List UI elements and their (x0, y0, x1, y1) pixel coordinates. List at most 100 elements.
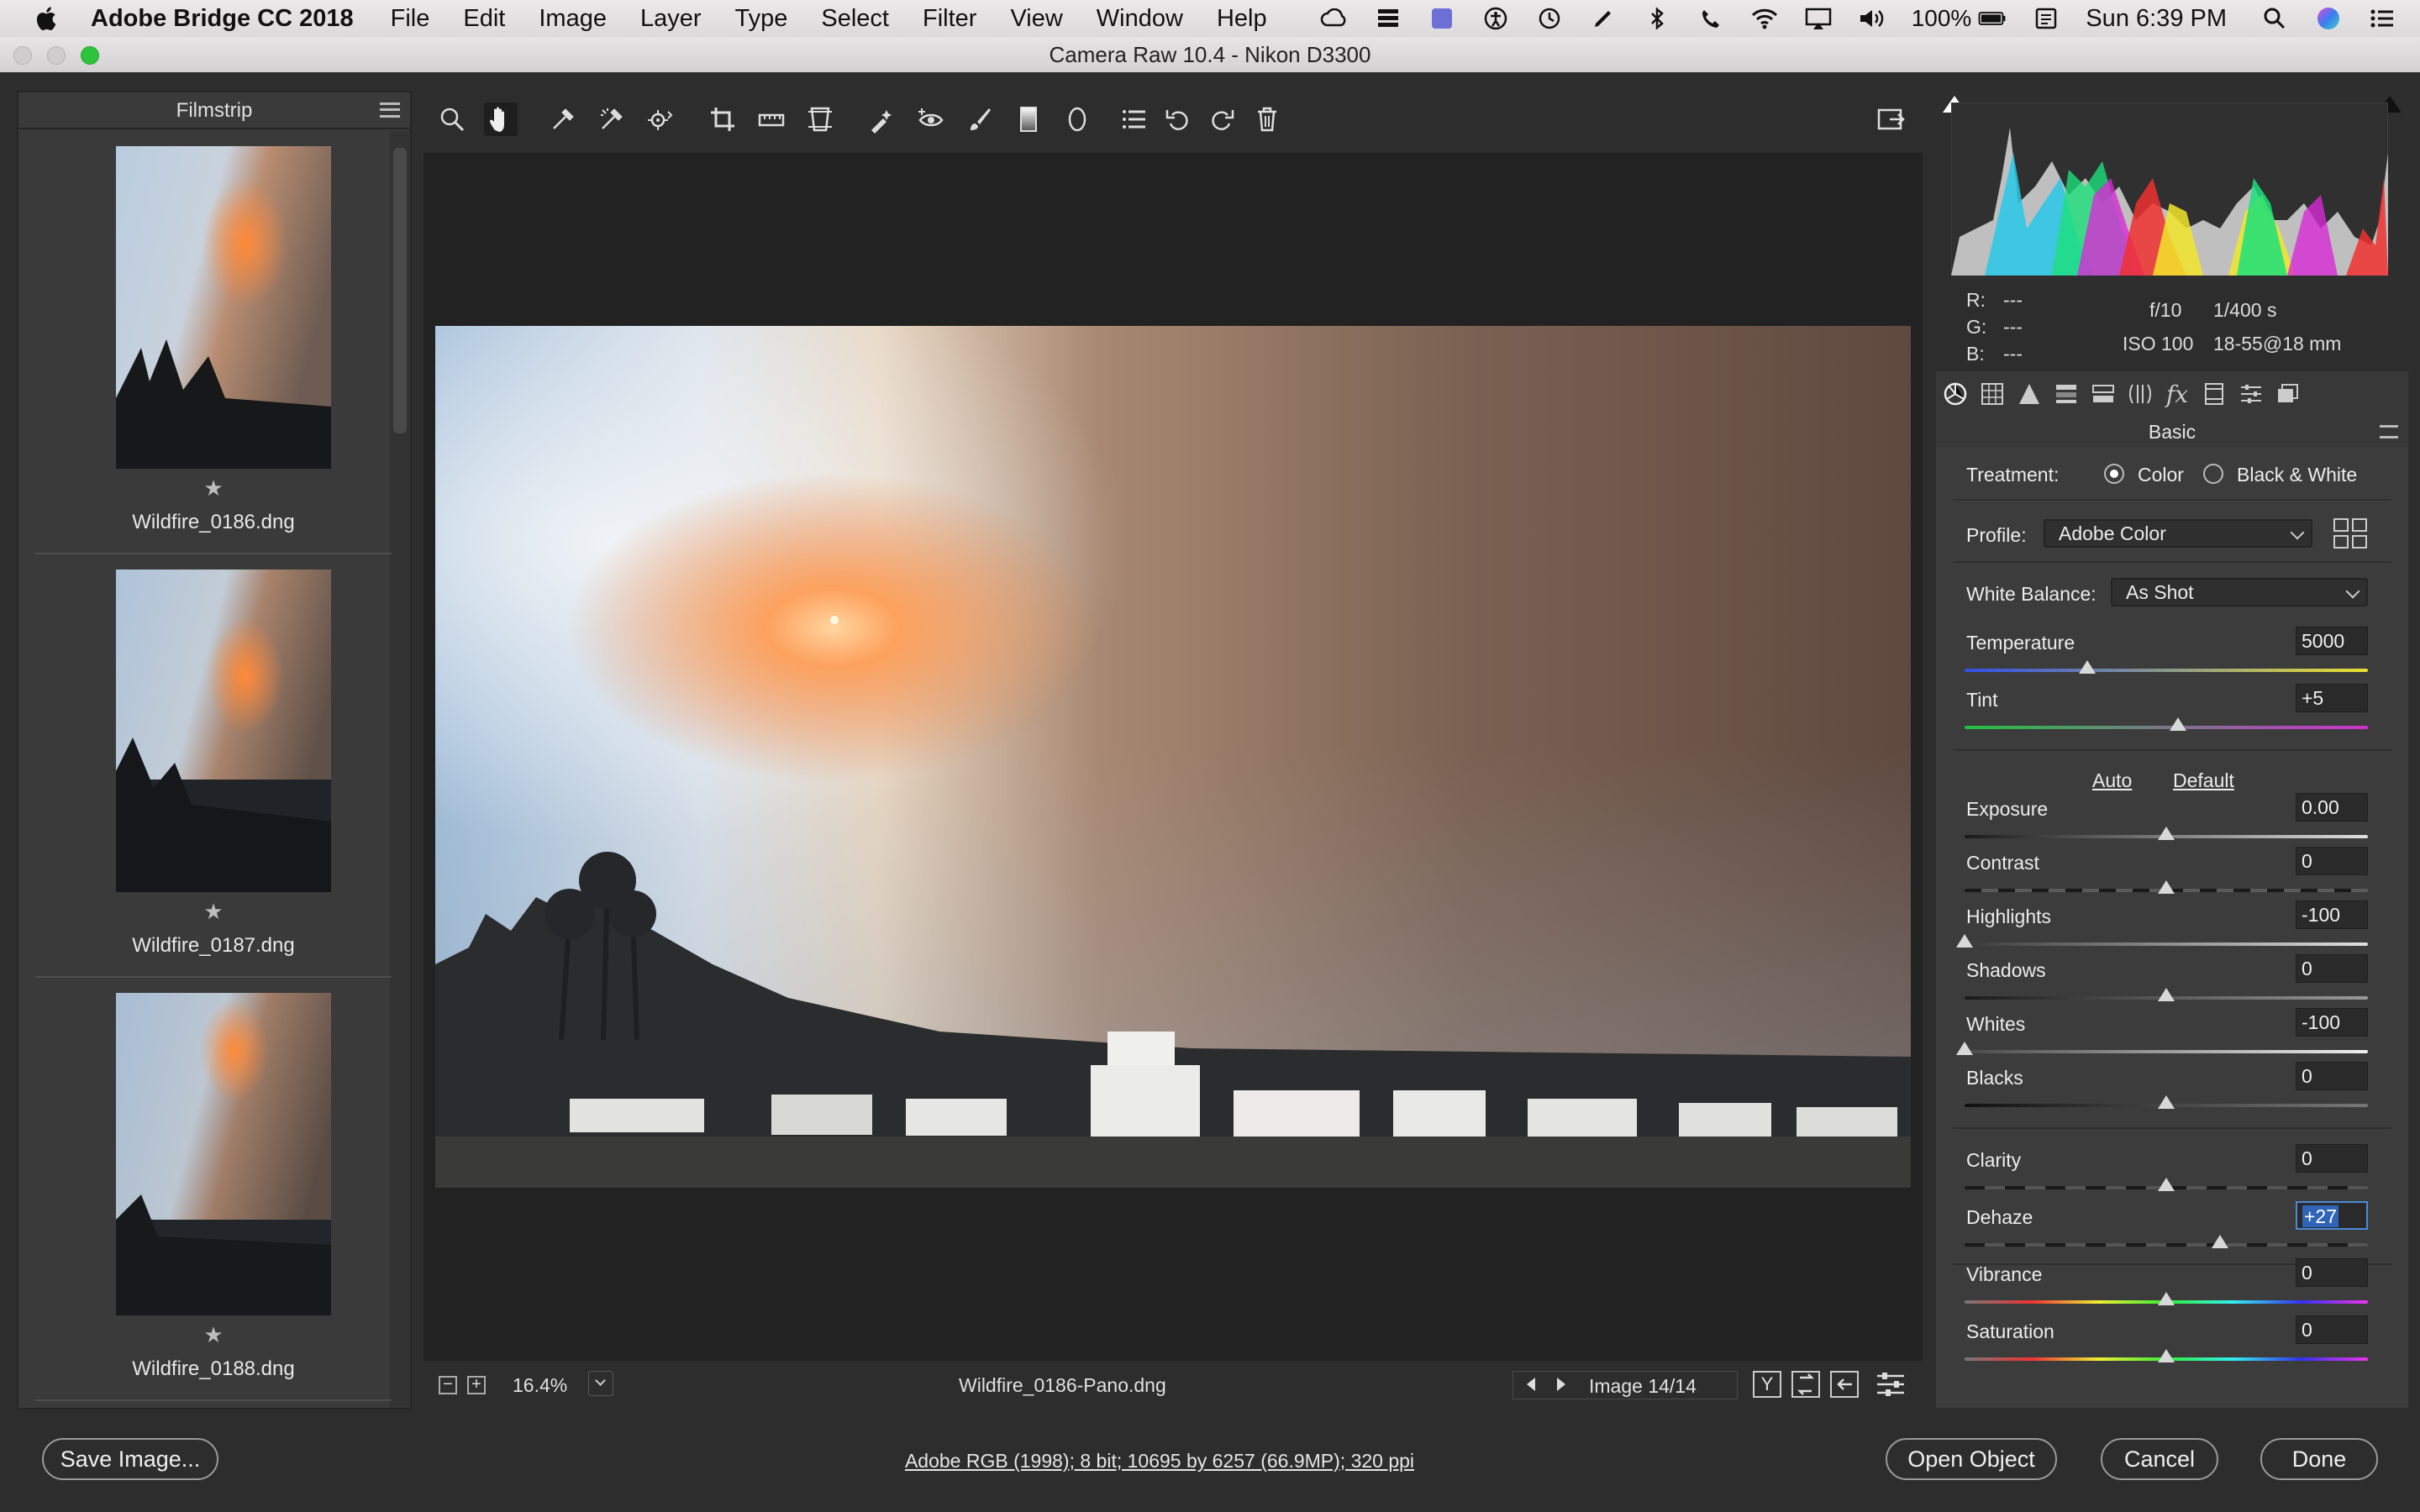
dehaze-slider[interactable] (1965, 1243, 2368, 1247)
red-eye-removal-tool-icon[interactable] (914, 102, 948, 136)
close-window-button[interactable] (13, 46, 32, 65)
presets-tab-icon[interactable] (2237, 380, 2265, 408)
zoom-window-button[interactable] (81, 46, 99, 65)
clock[interactable]: Sun 6:39 PM (2086, 5, 2227, 33)
scrollbar-thumb[interactable] (393, 148, 407, 433)
swap-settings-icon[interactable] (1791, 1371, 1820, 1398)
menu-help[interactable]: Help (1217, 5, 1267, 33)
clarity-value-field[interactable]: 0 (2296, 1144, 2368, 1173)
temperature-slider-handle[interactable] (2079, 660, 2096, 674)
before-after-toggle-icon[interactable]: Y (1753, 1371, 1781, 1398)
open-preferences-icon[interactable] (1118, 102, 1151, 136)
highlights-value-field[interactable]: -100 (2296, 900, 2368, 929)
siri-icon[interactable] (2314, 6, 2343, 31)
rating-star[interactable]: ★ (35, 899, 392, 925)
tint-slider[interactable] (1965, 726, 2368, 729)
treatment-color-label[interactable]: Color (2138, 464, 2184, 486)
effects-tab-icon[interactable]: fx (2163, 380, 2191, 408)
apple-logo-icon[interactable] (32, 3, 62, 34)
whites-value-field[interactable]: -100 (2296, 1008, 2368, 1037)
shadows-slider-handle[interactable] (2158, 988, 2175, 1001)
zoom-dropdown[interactable] (588, 1371, 613, 1396)
rating-star[interactable]: ★ (35, 475, 392, 501)
split-toning-tab-icon[interactable] (2089, 380, 2118, 408)
rotate-right-icon[interactable] (1205, 102, 1239, 136)
color-sampler-tool-icon[interactable] (595, 102, 629, 136)
profile-browser-icon[interactable] (2333, 517, 2368, 549)
whites-slider[interactable] (1965, 1050, 2368, 1053)
accessibility-icon[interactable] (1481, 6, 1510, 31)
wifi-icon[interactable] (1750, 6, 1779, 31)
graduated-filter-icon[interactable] (1012, 102, 1045, 136)
filmstrip-menu-icon[interactable] (380, 102, 400, 118)
minimize-window-button[interactable] (47, 46, 66, 65)
menu-image[interactable]: Image (539, 5, 607, 33)
temperature-slider[interactable] (1965, 669, 2368, 672)
rotate-left-icon[interactable] (1161, 102, 1195, 136)
app-status-icon[interactable] (1428, 6, 1456, 31)
tone-curve-tab-icon[interactable] (1978, 380, 2007, 408)
vibrance-value-field[interactable]: 0 (2296, 1258, 2368, 1287)
saturation-slider-handle[interactable] (2158, 1349, 2175, 1362)
menu-type[interactable]: Type (735, 5, 788, 33)
dehaze-slider-handle[interactable] (2212, 1235, 2228, 1248)
filmstrip-item[interactable]: ★ Wildfire_0187.dng (35, 554, 392, 978)
straighten-tool-icon[interactable] (755, 102, 788, 136)
menu-view[interactable]: View (1010, 5, 1062, 33)
adjustment-brush-icon[interactable] (963, 102, 997, 136)
open-object-button[interactable]: Open Object (1886, 1438, 2057, 1480)
highlights-slider[interactable] (1965, 942, 2368, 946)
dehaze-value-field[interactable]: +27 (2296, 1201, 2368, 1230)
temperature-value-field[interactable]: 5000 (2296, 627, 2368, 655)
notification-center-icon[interactable] (2368, 6, 2396, 31)
menu-select[interactable]: Select (821, 5, 889, 33)
white-balance-select[interactable]: As Shot (2111, 578, 2368, 606)
filmstrip-scrollbar[interactable] (390, 131, 410, 1408)
treatment-color-radio[interactable] (2104, 464, 2124, 484)
snapshots-tab-icon[interactable] (2274, 380, 2302, 408)
phone-icon[interactable] (1697, 6, 1725, 31)
panel-menu-icon[interactable] (2380, 425, 2398, 438)
profile-select[interactable]: Adobe Color (2044, 519, 2312, 548)
done-button[interactable]: Done (2260, 1438, 2378, 1480)
input-source-icon[interactable] (2032, 6, 2060, 31)
saturation-value-field[interactable]: 0 (2296, 1315, 2368, 1344)
blacks-slider-handle[interactable] (2158, 1095, 2175, 1109)
image-preview-area[interactable] (424, 153, 1923, 1361)
shadows-value-field[interactable]: 0 (2296, 954, 2368, 983)
contrast-slider-handle[interactable] (2158, 880, 2175, 894)
treatment-bw-radio[interactable] (2203, 464, 2223, 484)
lens-corrections-tab-icon[interactable] (2126, 380, 2154, 408)
save-image-button[interactable]: Save Image... (42, 1438, 218, 1480)
blacks-value-field[interactable]: 0 (2296, 1062, 2368, 1090)
previous-image-icon[interactable] (1527, 1378, 1535, 1391)
radial-filter-icon[interactable] (1060, 102, 1094, 136)
volume-icon[interactable] (1858, 6, 1886, 31)
whites-slider-handle[interactable] (1956, 1042, 1973, 1055)
bluetooth-icon[interactable] (1643, 6, 1671, 31)
spotlight-search-icon[interactable] (2260, 6, 2289, 31)
contrast-value-field[interactable]: 0 (2296, 847, 2368, 875)
hand-tool-icon[interactable] (484, 102, 518, 136)
app-name-menu[interactable]: Adobe Bridge CC 2018 (91, 5, 354, 33)
pen-icon[interactable] (1589, 6, 1618, 31)
detail-tab-icon[interactable] (2015, 380, 2044, 408)
crop-tool-icon[interactable] (706, 102, 739, 136)
hsl-tab-icon[interactable] (2052, 380, 2081, 408)
zoom-in-button[interactable]: + (467, 1376, 486, 1394)
default-button[interactable]: Default (2173, 769, 2234, 792)
toggle-settings-icon[interactable] (1876, 1371, 1906, 1398)
tint-value-field[interactable]: +5 (2296, 684, 2368, 712)
menu-window[interactable]: Window (1097, 5, 1183, 33)
toggle-full-screen-icon[interactable] (1874, 102, 1907, 136)
treatment-bw-label[interactable]: Black & White (2237, 464, 2357, 486)
exposure-value-field[interactable]: 0.00 (2296, 793, 2368, 822)
highlights-slider-handle[interactable] (1956, 934, 1973, 948)
camera-calibration-tab-icon[interactable] (2200, 380, 2228, 408)
next-image-icon[interactable] (1557, 1378, 1565, 1391)
spot-removal-tool-icon[interactable] (865, 102, 899, 136)
cancel-button[interactable]: Cancel (2101, 1438, 2218, 1480)
zoom-out-button[interactable]: − (439, 1376, 457, 1394)
preview-image[interactable] (435, 326, 1911, 1188)
thumbnail-image[interactable] (116, 993, 331, 1315)
